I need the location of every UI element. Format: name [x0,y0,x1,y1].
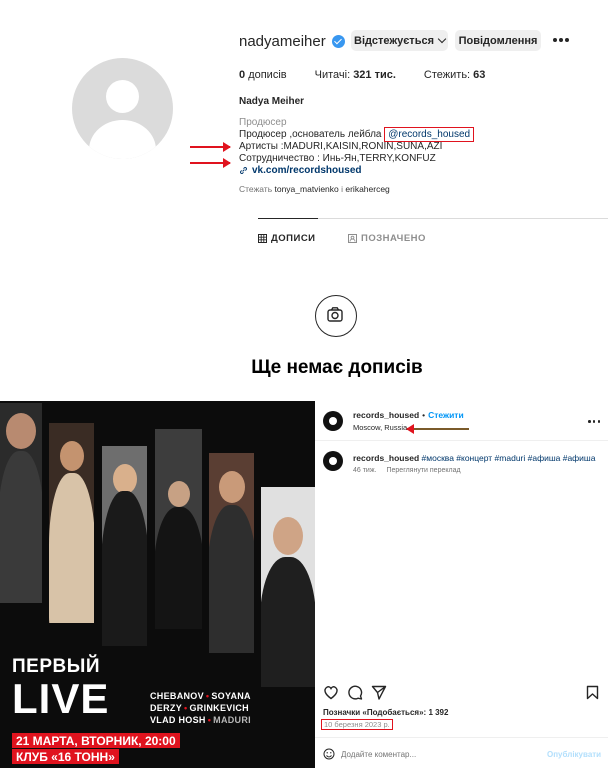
post-header: records_housed • Стежити Moscow, Russia [315,401,608,441]
bookmark-icon[interactable] [586,685,599,700]
tab-tagged[interactable]: ПОЗНАЧЕНО [348,233,426,244]
publish-button[interactable]: Опублікувати [547,750,601,759]
post-account-row: records_housed • Стежити [353,410,464,420]
likes-count[interactable]: Позначки «Подобається»: 1 392 [323,708,448,717]
post-more-icon[interactable] [588,420,600,423]
post-image[interactable]: ПЕРВЫЙ LIVE CHEBANOV • SOYANA DERZY • GRINKE… [0,401,315,768]
caption-age: 46 тиж. [353,467,377,474]
profile-full-name: Nadya Meiher [239,96,305,107]
account-avatar[interactable] [323,411,343,431]
verified-badge-icon [331,34,345,48]
avatar-placeholder-head [106,80,139,113]
message-button[interactable]: Повідомлення [455,30,541,51]
profile-category: Продюсер [239,117,287,128]
poster-headline-big: LIVE [12,675,110,722]
artist-photo-5 [209,453,254,653]
followers-count[interactable]: Читачі: 321 тис. [315,69,396,81]
grid-icon [258,234,267,243]
bio-mention-link[interactable]: @records_housed [384,127,475,142]
bio-line-1: Продюсер ,основатель лейбла @records_hou… [239,127,475,142]
following-count[interactable]: Стежить: 63 [424,69,486,81]
tab-posts[interactable]: ДОПИСИ [258,233,316,244]
comment-icon[interactable] [347,685,363,700]
annotation-arrow-location [407,428,469,430]
profile-stats: 0 дописів Читачі: 321 тис. Стежить: 63 [239,69,513,81]
caption-avatar[interactable] [323,451,343,471]
heart-icon[interactable] [323,685,339,700]
bio-line-2: Артисты :MADURI,KAISIN,RONIN,SUNA,AZI [239,141,443,152]
bio-line-3: Сотрудничество : Инь-Ян,TERRY,KONFUZ [239,153,436,164]
active-tab-indicator [258,218,318,219]
following-dropdown-button[interactable]: Відстежується [351,30,448,51]
post-actions [315,685,608,701]
poster-date: 21 МАРТА, ВТОРНИК, 20:00 [12,733,180,748]
poster-artists-row-1: CHEBANOV • SOYANA [150,691,251,701]
posts-count: 0 дописів [239,69,287,81]
post-location[interactable]: Moscow, Russia [353,423,407,432]
following-button-label: Відстежується [354,34,434,47]
emoji-icon[interactable] [323,748,335,760]
avatar-placeholder-body [89,120,156,159]
tagged-icon [348,234,357,243]
post-caption: records_housed #москва #концерт #maduri … [353,453,595,463]
chevron-down-icon [437,34,447,44]
link-icon [240,167,247,174]
camera-icon [315,295,357,337]
artist-photo-1 [0,403,42,603]
profile-username: nadyameiher [239,32,326,50]
username-row: nadyameiher [239,30,345,52]
post-sidebar: records_housed • Стежити Moscow, Russia re… [315,401,608,768]
caption-meta: 46 тиж. Переглянути переклад [353,467,471,474]
follow-link[interactable]: Стежити [428,410,464,420]
post-view: ПЕРВЫЙ LIVE CHEBANOV • SOYANA DERZY • GRINKE… [0,401,608,768]
poster-artists-row-2: DERZY • GRINKEVICH [150,703,249,713]
post-date: 10 березня 2023 р. [321,719,393,730]
artist-photo-6 [261,487,315,687]
empty-posts-title: Ще немає дописів [251,357,423,378]
share-icon[interactable] [371,685,387,700]
poster-venue: КЛУБ «16 ТОНН» [12,749,119,764]
artist-photo-3 [102,446,147,646]
post-account-name[interactable]: records_housed [353,410,419,420]
profile-external-link[interactable]: vk.com/recordshoused [239,165,361,176]
annotation-arrow-artists [190,142,231,152]
artist-photo-2 [49,423,94,623]
comment-input[interactable] [341,750,541,759]
annotation-arrow-collab [190,158,231,168]
see-translation-link[interactable]: Переглянути переклад [386,467,460,474]
poster-artists-row-3: VLAD HOSH • MADURI [150,715,251,725]
caption-tags[interactable]: #москва #концерт #maduri #афиша #афиша [422,453,596,463]
more-options-icon[interactable] [553,38,569,42]
followed-by-text[interactable]: Стежать tonya_matvienko і erikaherceg [239,184,390,194]
comment-bar: Опублікувати [315,737,608,768]
profile-avatar[interactable] [72,58,173,159]
caption-account[interactable]: records_housed [353,453,419,463]
profile-header: nadyameiher Відстежується Повідомлення 0… [0,0,608,395]
artist-photo-4 [155,429,202,629]
